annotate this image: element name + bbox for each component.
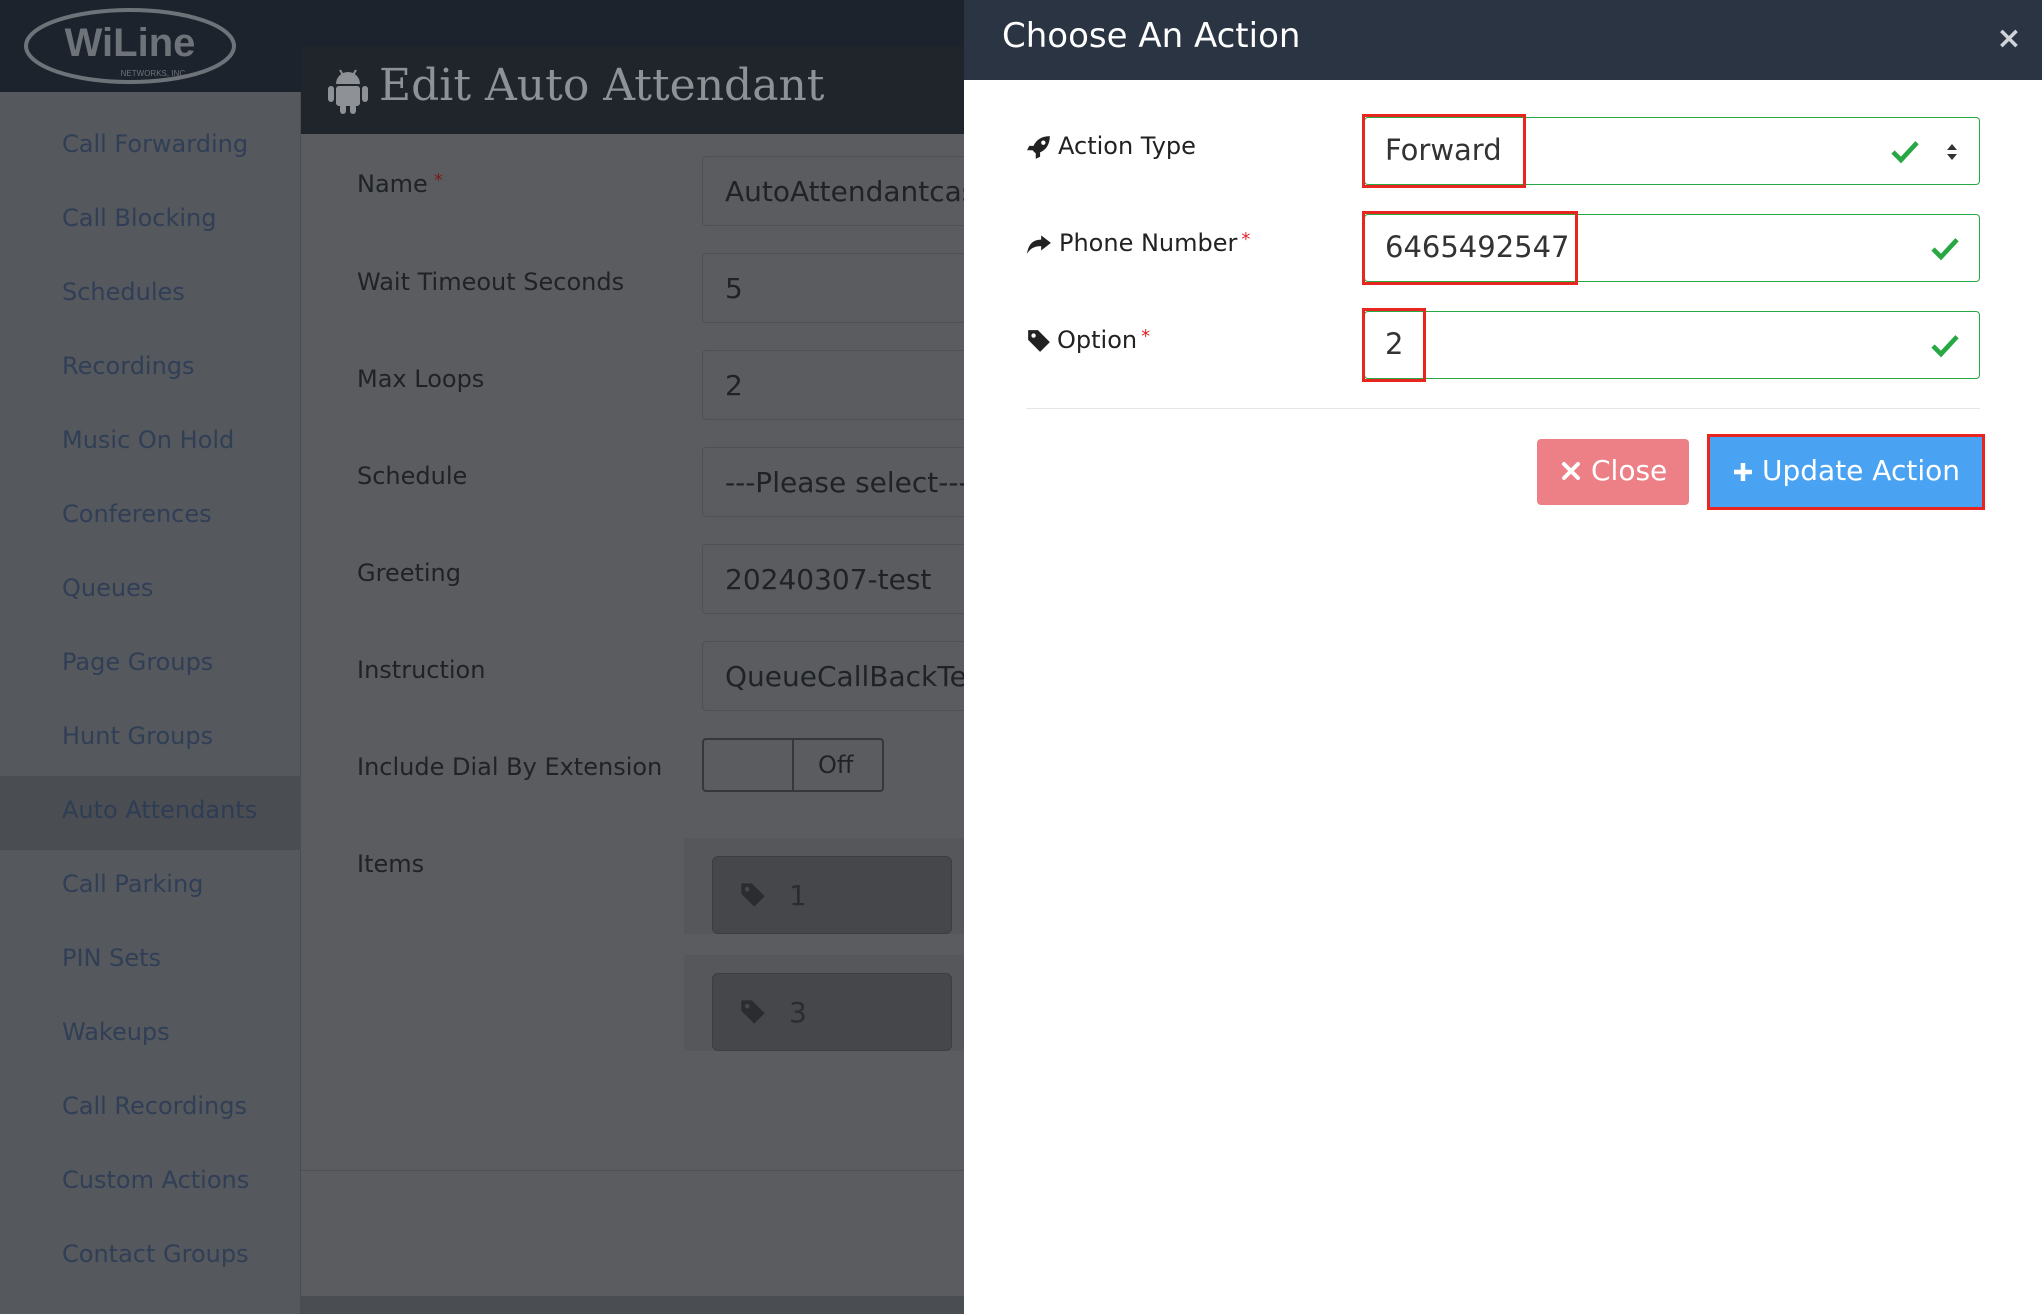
sidebar: Call Forwarding Call Blocking Schedules … bbox=[0, 92, 300, 1314]
sidebar-item-label: Queues bbox=[62, 574, 154, 602]
edit-modal-header: Edit Auto Attendant bbox=[301, 46, 1001, 134]
sidebar-item-auto-attendants[interactable]: Auto Attendants bbox=[0, 776, 300, 850]
wait-timeout-input[interactable]: 5 bbox=[702, 253, 1002, 323]
rocket-icon bbox=[1027, 136, 1050, 159]
sidebar-item-label: Page Groups bbox=[62, 648, 214, 676]
max-loops-label: Max Loops bbox=[357, 365, 485, 393]
sidebar-item-label: Schedules bbox=[62, 278, 185, 306]
close-button-label: Close bbox=[1591, 454, 1668, 487]
max-loops-input[interactable]: 2 bbox=[702, 350, 1002, 420]
required-mark: * bbox=[1241, 229, 1251, 250]
greeting-label: Greeting bbox=[357, 559, 461, 587]
share-icon bbox=[1027, 235, 1051, 254]
sidebar-item-page-groups[interactable]: Page Groups bbox=[0, 628, 300, 702]
name-input[interactable]: AutoAttendantcase bbox=[702, 156, 1002, 226]
sidebar-item-label: Call Blocking bbox=[62, 204, 217, 232]
dial-by-extension-label: Include Dial By Extension bbox=[357, 753, 663, 781]
item-chip[interactable]: 3 bbox=[712, 973, 952, 1051]
sidebar-item-custom-actions[interactable]: Custom Actions bbox=[0, 1146, 300, 1220]
sidebar-item-label: Auto Attendants bbox=[62, 796, 258, 824]
tag-icon bbox=[741, 1000, 765, 1024]
action-panel-header: Choose An Action × bbox=[964, 0, 2042, 80]
action-type-value: Forward bbox=[1385, 133, 1502, 167]
schedule-label: Schedule bbox=[357, 462, 468, 490]
sort-caret-icon bbox=[1947, 144, 1957, 160]
form-divider bbox=[1026, 408, 1980, 409]
sidebar-item-label: Hunt Groups bbox=[62, 722, 214, 750]
greeting-select[interactable]: 20240307-test bbox=[702, 544, 1002, 614]
action-type-label: Action Type bbox=[1058, 132, 1196, 160]
phone-number-input[interactable]: 6465492547 bbox=[1364, 214, 1980, 282]
check-icon bbox=[1931, 238, 1959, 261]
toggle-state: Off bbox=[818, 751, 854, 779]
option-input[interactable]: 2 bbox=[1364, 311, 1980, 379]
sidebar-item-conferences[interactable]: Conferences bbox=[0, 480, 300, 554]
instruction-select[interactable]: QueueCallBackTest bbox=[702, 641, 1002, 711]
sidebar-item-label: PIN Sets bbox=[62, 944, 162, 972]
close-icon bbox=[1562, 462, 1580, 480]
edit-modal-footer-divider bbox=[301, 1170, 1001, 1171]
item-row: 3 bbox=[684, 955, 1004, 1051]
instruction-label: Instruction bbox=[357, 656, 486, 684]
sidebar-item-label: Recordings bbox=[62, 352, 195, 380]
sidebar-item-call-parking[interactable]: Call Parking bbox=[0, 850, 300, 924]
sidebar-item-music-on-hold[interactable]: Music On Hold bbox=[0, 406, 300, 480]
sidebar-item-call-blocking[interactable]: Call Blocking bbox=[0, 184, 300, 258]
action-panel-title: Choose An Action bbox=[1002, 16, 1301, 56]
tag-icon bbox=[741, 883, 765, 907]
items-label: Items bbox=[357, 850, 425, 878]
sidebar-item-recordings[interactable]: Recordings bbox=[0, 332, 300, 406]
option-value: 2 bbox=[1385, 327, 1404, 361]
item-row: 1 bbox=[684, 838, 1004, 934]
sidebar-item-wakeups[interactable]: Wakeups bbox=[0, 998, 300, 1072]
sidebar-item-schedules[interactable]: Schedules bbox=[0, 258, 300, 332]
check-icon bbox=[1891, 141, 1919, 164]
sidebar-item-queues[interactable]: Queues bbox=[0, 554, 300, 628]
plus-icon bbox=[1734, 463, 1752, 481]
logo-text: WiLine bbox=[65, 21, 196, 65]
sidebar-item-label: Music On Hold bbox=[62, 426, 235, 454]
sidebar-item-hunt-groups[interactable]: Hunt Groups bbox=[0, 702, 300, 776]
sidebar-item-label: Custom Actions bbox=[62, 1166, 250, 1194]
sidebar-item-label: Contact Groups bbox=[62, 1240, 249, 1268]
sidebar-item-label: Wakeups bbox=[62, 1018, 170, 1046]
sidebar-item-label: Call Recordings bbox=[62, 1092, 247, 1120]
close-button[interactable]: Close bbox=[1537, 439, 1689, 505]
sidebar-item-contact-groups[interactable]: Contact Groups bbox=[0, 1220, 300, 1294]
tag-icon bbox=[1028, 330, 1050, 352]
option-label: Option * bbox=[1057, 326, 1151, 354]
wait-timeout-label: Wait Timeout Seconds bbox=[357, 268, 625, 296]
edit-modal-title: Edit Auto Attendant bbox=[379, 60, 825, 111]
name-label: Name * bbox=[357, 170, 443, 198]
sidebar-item-label: Conferences bbox=[62, 500, 212, 528]
wiline-logo[interactable]: WiLine NETWORKS, INC. bbox=[20, 4, 240, 88]
dial-by-extension-toggle[interactable]: Off bbox=[702, 738, 884, 792]
update-action-label: Update Action bbox=[1762, 454, 1960, 487]
schedule-select[interactable]: ---Please select--- bbox=[702, 447, 1002, 517]
sidebar-item-label: Call Parking bbox=[62, 870, 204, 898]
toggle-knob bbox=[704, 740, 794, 790]
logo-subtext: NETWORKS, INC. bbox=[121, 69, 188, 78]
phone-number-label: Phone Number * bbox=[1059, 229, 1251, 257]
phone-number-value: 6465492547 bbox=[1385, 230, 1570, 264]
action-type-select[interactable]: Forward bbox=[1364, 117, 1980, 185]
edit-auto-attendant-modal: Edit Auto Attendant Name * AutoAttendantc… bbox=[301, 46, 1004, 1296]
required-mark: * bbox=[433, 170, 443, 191]
item-chip[interactable]: 1 bbox=[712, 856, 952, 934]
android-icon bbox=[328, 69, 368, 114]
close-icon[interactable]: × bbox=[1994, 24, 2024, 54]
sidebar-item-call-recordings[interactable]: Call Recordings bbox=[0, 1072, 300, 1146]
sidebar-item-pin-sets[interactable]: PIN Sets bbox=[0, 924, 300, 998]
update-action-button[interactable]: Update Action bbox=[1710, 437, 1982, 507]
sidebar-item-call-forwarding[interactable]: Call Forwarding bbox=[0, 110, 300, 184]
sidebar-item-label: Call Forwarding bbox=[62, 130, 249, 158]
check-icon bbox=[1931, 335, 1959, 358]
choose-action-panel: Choose An Action × Action Type Forward P… bbox=[964, 0, 2042, 1314]
required-mark: * bbox=[1141, 326, 1151, 347]
